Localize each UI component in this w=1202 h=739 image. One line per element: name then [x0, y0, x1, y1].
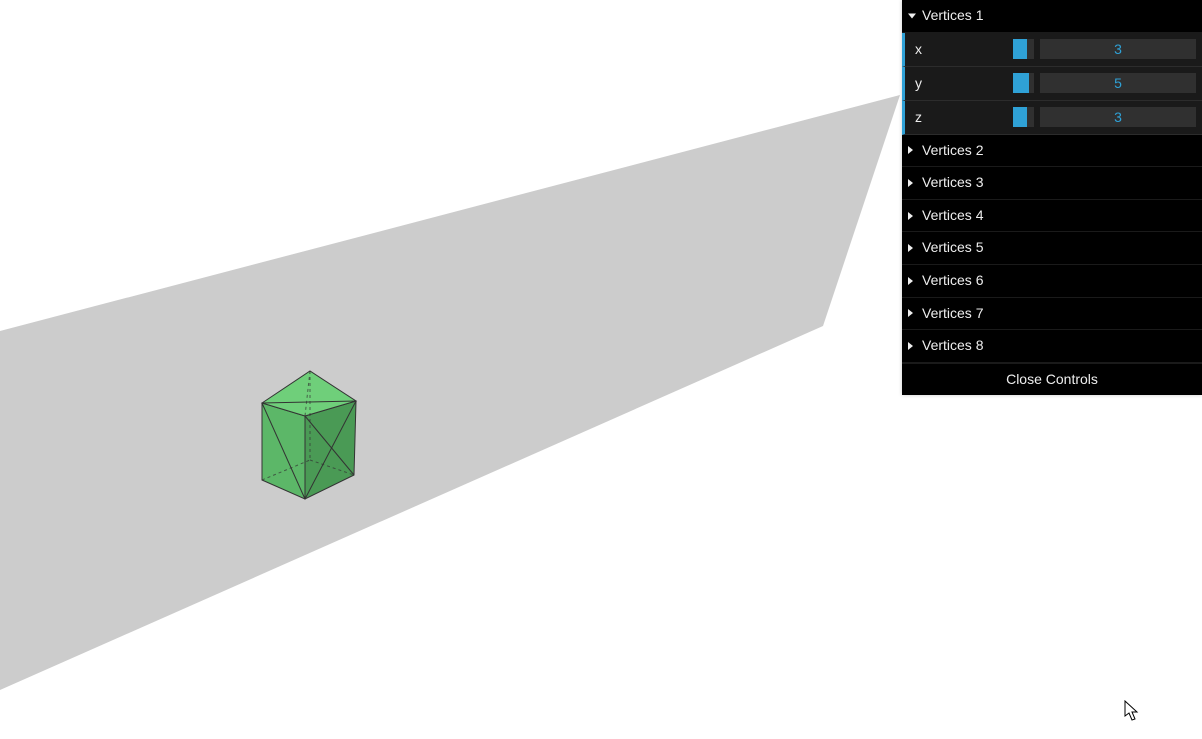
- folder-title: Vertices 7: [922, 305, 983, 321]
- chevron-right-icon: [908, 146, 913, 154]
- folder-header-vertices-1[interactable]: Vertices 1: [902, 0, 1202, 33]
- slider-fill: [1013, 107, 1027, 127]
- chevron-right-icon: [908, 277, 913, 285]
- control-row-y: y: [902, 67, 1202, 101]
- slider-y[interactable]: [1013, 73, 1034, 93]
- slider-z[interactable]: [1013, 107, 1034, 127]
- number-input-x[interactable]: [1040, 39, 1196, 59]
- control-label: z: [913, 109, 1013, 125]
- chevron-right-icon: [908, 342, 913, 350]
- folder-title: Vertices 2: [922, 142, 983, 158]
- folder-title: Vertices 6: [922, 272, 983, 288]
- number-input-y[interactable]: [1040, 73, 1196, 93]
- slider-fill: [1013, 39, 1027, 59]
- slider-x[interactable]: [1013, 39, 1034, 59]
- folder-header-vertices-3[interactable]: Vertices 3: [902, 167, 1202, 200]
- control-label: x: [913, 41, 1013, 57]
- close-controls-button[interactable]: Close Controls: [902, 363, 1202, 395]
- slider-fill: [1013, 73, 1029, 93]
- chevron-right-icon: [908, 179, 913, 187]
- folder-header-vertices-7[interactable]: Vertices 7: [902, 298, 1202, 331]
- folder-title: Vertices 4: [922, 207, 983, 223]
- folder-header-vertices-5[interactable]: Vertices 5: [902, 232, 1202, 265]
- chevron-right-icon: [908, 244, 913, 252]
- folder-title: Vertices 1: [922, 7, 983, 23]
- control-row-z: z: [902, 101, 1202, 135]
- control-label: y: [913, 75, 1013, 91]
- controls-panel[interactable]: Vertices 1 x y z Vertices 2 Vertices 3 Vertice…: [902, 0, 1202, 395]
- folder-title: Vertices 3: [922, 174, 983, 190]
- folder-title: Vertices 5: [922, 239, 983, 255]
- number-input-z[interactable]: [1040, 107, 1196, 127]
- folder-header-vertices-2[interactable]: Vertices 2: [902, 135, 1202, 168]
- folder-header-vertices-4[interactable]: Vertices 4: [902, 200, 1202, 233]
- folder-title: Vertices 8: [922, 337, 983, 353]
- folder-header-vertices-6[interactable]: Vertices 6: [902, 265, 1202, 298]
- chevron-right-icon: [908, 309, 913, 317]
- control-row-x: x: [902, 33, 1202, 67]
- folder-header-vertices-8[interactable]: Vertices 8: [902, 330, 1202, 363]
- viewport-3d[interactable]: Vertices 1 x y z Vertices 2 Vertices 3 Vertice…: [0, 0, 1202, 739]
- chevron-down-icon: [908, 13, 916, 18]
- chevron-right-icon: [908, 212, 913, 220]
